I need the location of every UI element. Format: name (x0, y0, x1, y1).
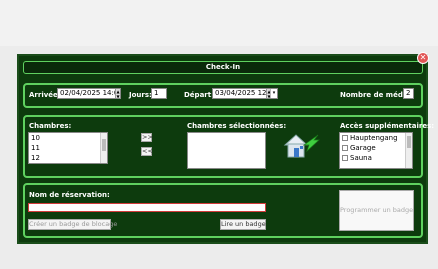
reservation-name-input[interactable] (28, 203, 266, 212)
rooms-label: Chambres: (29, 122, 72, 130)
add-room-button[interactable]: >> (141, 133, 153, 142)
selected-rooms-listbox[interactable] (187, 132, 266, 169)
departure-datetime-input[interactable]: 03/04/2025 12:00 ▲ ▼ ▾ (212, 88, 278, 99)
reservation-name-label: Nom de réservation: (29, 191, 110, 199)
list-item[interactable]: 10 (29, 133, 107, 143)
departure-dropdown-icon[interactable]: ▾ (270, 89, 277, 98)
dialog-title: Check-In (23, 61, 423, 74)
create-lock-badge-button[interactable]: Créer un badge de blocage (28, 219, 117, 230)
days-input[interactable]: 1 (151, 88, 167, 99)
house-with-arrow-icon[interactable] (282, 131, 320, 159)
arrival-label: Arrivée: (29, 91, 61, 99)
list-item[interactable]: 12 (29, 153, 107, 163)
arrival-datetime-input[interactable]: 02/04/2025 14:00 ▲ ▼ (57, 88, 121, 99)
extra-access-scrollbar[interactable] (405, 133, 412, 168)
rooms-scrollbar[interactable] (100, 133, 107, 163)
media-count-input[interactable]: 2 (403, 88, 414, 99)
arrival-datetime-value: 02/04/2025 14:00 (60, 89, 121, 97)
media-count-value: 2 (406, 89, 411, 97)
extra-access-listbox[interactable]: Hauptengang Garage Sauna (339, 132, 413, 169)
program-badge-button[interactable]: Programmer un badge (339, 190, 414, 231)
background-area (0, 0, 438, 46)
checkbox[interactable] (342, 155, 348, 161)
list-item[interactable]: Hauptengang (340, 133, 412, 143)
selected-rooms-label: Chambres sélectionnées: (187, 122, 287, 130)
checkbox[interactable] (342, 145, 348, 151)
read-badge-button[interactable]: Lire un badge (220, 219, 266, 230)
arrival-spinner[interactable]: ▲ ▼ (115, 89, 120, 98)
list-item[interactable]: 11 (29, 143, 107, 153)
departure-label: Départ: (184, 91, 214, 99)
days-value: 1 (154, 89, 159, 97)
list-item[interactable]: Garage (340, 143, 412, 153)
extra-access-label: Accès supplémentaires: (340, 122, 435, 130)
close-icon[interactable]: ✕ (417, 52, 429, 64)
rooms-listbox[interactable]: 10 11 12 (28, 132, 108, 164)
list-item[interactable]: Sauna (340, 153, 412, 163)
checkbox[interactable] (342, 135, 348, 141)
remove-room-button[interactable]: << (141, 147, 153, 156)
days-label: Jours: (129, 91, 152, 99)
